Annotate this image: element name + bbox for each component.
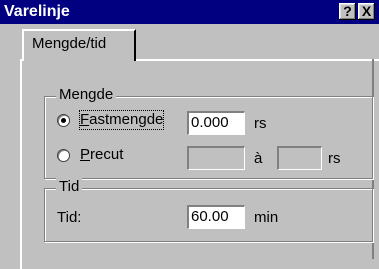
tid-group-label: Tid [56,178,83,196]
tab-label: Mengde/tid [32,35,107,52]
window-title: Varelinje [4,3,70,20]
fastmengde-label[interactable]: Fastmengde [78,110,165,130]
mengde-group-label: Mengde [56,86,117,104]
tid-label: Tid: [57,209,82,226]
tid-unit: min [254,209,279,226]
fastmengde-input[interactable]: 0.000 [187,111,245,135]
radio-selected-dot [61,118,66,123]
title-bar: Varelinje ? X [0,0,379,24]
precut-label[interactable]: Precut [80,146,123,164]
tab-mengde-tid[interactable]: Mengde/tid [22,29,136,61]
precut-separator: à [254,150,263,167]
precut-to-input [277,146,322,170]
precut-unit: rs [328,150,341,167]
fastmengde-unit: rs [254,115,267,132]
help-button[interactable]: ? [339,3,356,20]
precut-radio[interactable] [57,149,70,162]
precut-from-input [187,146,245,170]
tid-input[interactable]: 60.00 [187,205,245,229]
fastmengde-radio[interactable] [57,114,70,127]
close-button[interactable]: X [358,3,375,20]
